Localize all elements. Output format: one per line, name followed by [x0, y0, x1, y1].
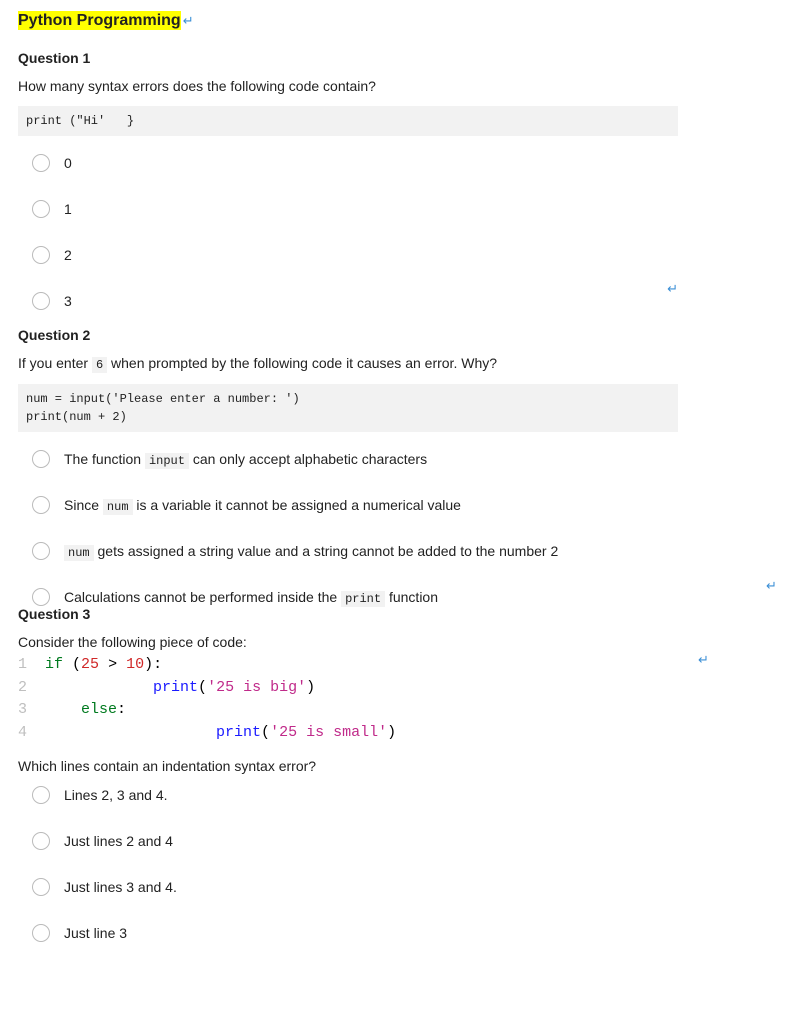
q2-prompt-code: 6 — [92, 357, 107, 373]
option-label: num gets assigned a string value and a s… — [64, 543, 558, 560]
radio-icon[interactable] — [32, 246, 50, 264]
question-3: Question 3 Consider the following piece … — [18, 606, 781, 942]
return-icon: ↵ — [766, 578, 777, 594]
q1-option-1[interactable]: 1 — [32, 200, 781, 218]
code-line-3: 3 else: — [18, 699, 781, 722]
code-line-1: 1 if (25 > 10): — [18, 654, 781, 677]
return-icon: ↵ — [698, 652, 709, 668]
return-mark-1: ↵ — [18, 280, 678, 297]
q2-prompt-pre: If you enter — [18, 355, 92, 371]
q1-prompt: How many syntax errors does the followin… — [18, 78, 781, 94]
option-label: The function input can only accept alpha… — [64, 451, 427, 468]
code-line-4: 4 print('25 is small') — [18, 722, 781, 745]
q1-option-0[interactable]: 0 — [32, 154, 781, 172]
q2-prompt: If you enter 6 when prompted by the foll… — [18, 355, 781, 372]
option-label: 1 — [64, 201, 72, 217]
page-title-row: Python Programming↵ — [18, 12, 781, 30]
q2-option-0[interactable]: The function input can only accept alpha… — [32, 450, 781, 468]
code-line-2: 2 print('25 is big') — [18, 677, 781, 700]
option-label: Since num is a variable it cannot be ass… — [64, 497, 461, 514]
radio-icon[interactable] — [32, 496, 50, 514]
q1-code: print ("Hi' } — [18, 106, 678, 136]
radio-icon[interactable] — [32, 450, 50, 468]
q1-option-2[interactable]: 2 — [32, 246, 781, 264]
q2-heading: Question 2 — [18, 327, 781, 343]
q3-prompt: Consider the following piece of code: — [18, 634, 781, 650]
q2-option-3[interactable]: Calculations cannot be performed inside … — [32, 588, 781, 606]
question-1: Question 1 How many syntax errors does t… — [18, 50, 781, 297]
q2-options: The function input can only accept alpha… — [18, 450, 781, 606]
q3-option-0[interactable]: Lines 2, 3 and 4. — [32, 786, 781, 804]
q3-option-2[interactable]: Just lines 3 and 4. — [32, 878, 781, 896]
return-icon: ↵ — [667, 281, 678, 296]
option-label: Just lines 3 and 4. — [64, 879, 177, 895]
q2-prompt-post: when prompted by the following code it c… — [107, 355, 497, 371]
radio-icon[interactable] — [32, 292, 50, 310]
radio-icon[interactable] — [32, 832, 50, 850]
radio-icon[interactable] — [32, 200, 50, 218]
q2-option-1[interactable]: Since num is a variable it cannot be ass… — [32, 496, 781, 514]
option-label: Just lines 2 and 4 — [64, 833, 173, 849]
radio-icon[interactable] — [32, 924, 50, 942]
radio-icon[interactable] — [32, 154, 50, 172]
q1-heading: Question 1 — [18, 50, 781, 66]
radio-icon[interactable] — [32, 588, 50, 606]
return-icon: ↵ — [183, 13, 194, 28]
option-label: 2 — [64, 247, 72, 263]
question-2: Question 2 If you enter 6 when prompted … — [18, 327, 781, 606]
q3-prompt-2: Which lines contain an indentation synta… — [18, 758, 781, 774]
radio-icon[interactable] — [32, 786, 50, 804]
radio-icon[interactable] — [32, 878, 50, 896]
option-label: 0 — [64, 155, 72, 171]
option-label: Lines 2, 3 and 4. — [64, 787, 168, 803]
q3-option-1[interactable]: Just lines 2 and 4 — [32, 832, 781, 850]
q3-options: Lines 2, 3 and 4. Just lines 2 and 4 Jus… — [18, 786, 781, 942]
q3-heading: Question 3 — [18, 606, 781, 622]
radio-icon[interactable] — [32, 542, 50, 560]
q3-code: 1 if (25 > 10): 2 print('25 is big') 3 e… — [18, 654, 781, 744]
q2-option-2[interactable]: num gets assigned a string value and a s… — [32, 542, 781, 560]
option-label: 3 — [64, 293, 72, 309]
q2-code: num = input('Please enter a number: ') p… — [18, 384, 678, 432]
q3-option-3[interactable]: Just line 3 — [32, 924, 781, 942]
option-label: Calculations cannot be performed inside … — [64, 589, 438, 606]
option-label: Just line 3 — [64, 925, 127, 941]
page-title: Python Programming — [18, 11, 181, 30]
